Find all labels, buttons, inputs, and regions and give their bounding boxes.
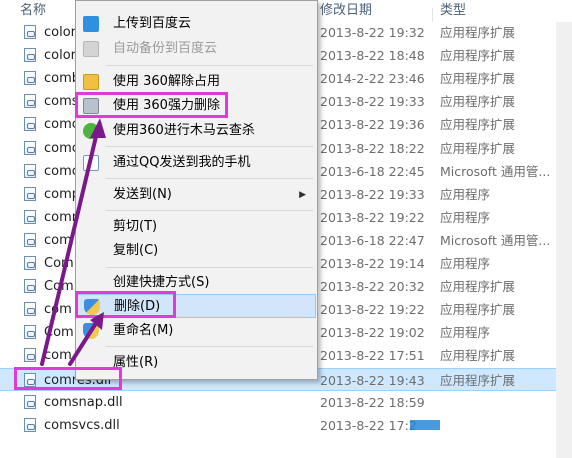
annotation-arrow: [40, 126, 100, 366]
annotation-arrows: [40, 118, 106, 366]
annotation-arrow: [68, 318, 100, 366]
annotation-arrowhead: [90, 118, 106, 138]
watermark: [410, 420, 440, 430]
